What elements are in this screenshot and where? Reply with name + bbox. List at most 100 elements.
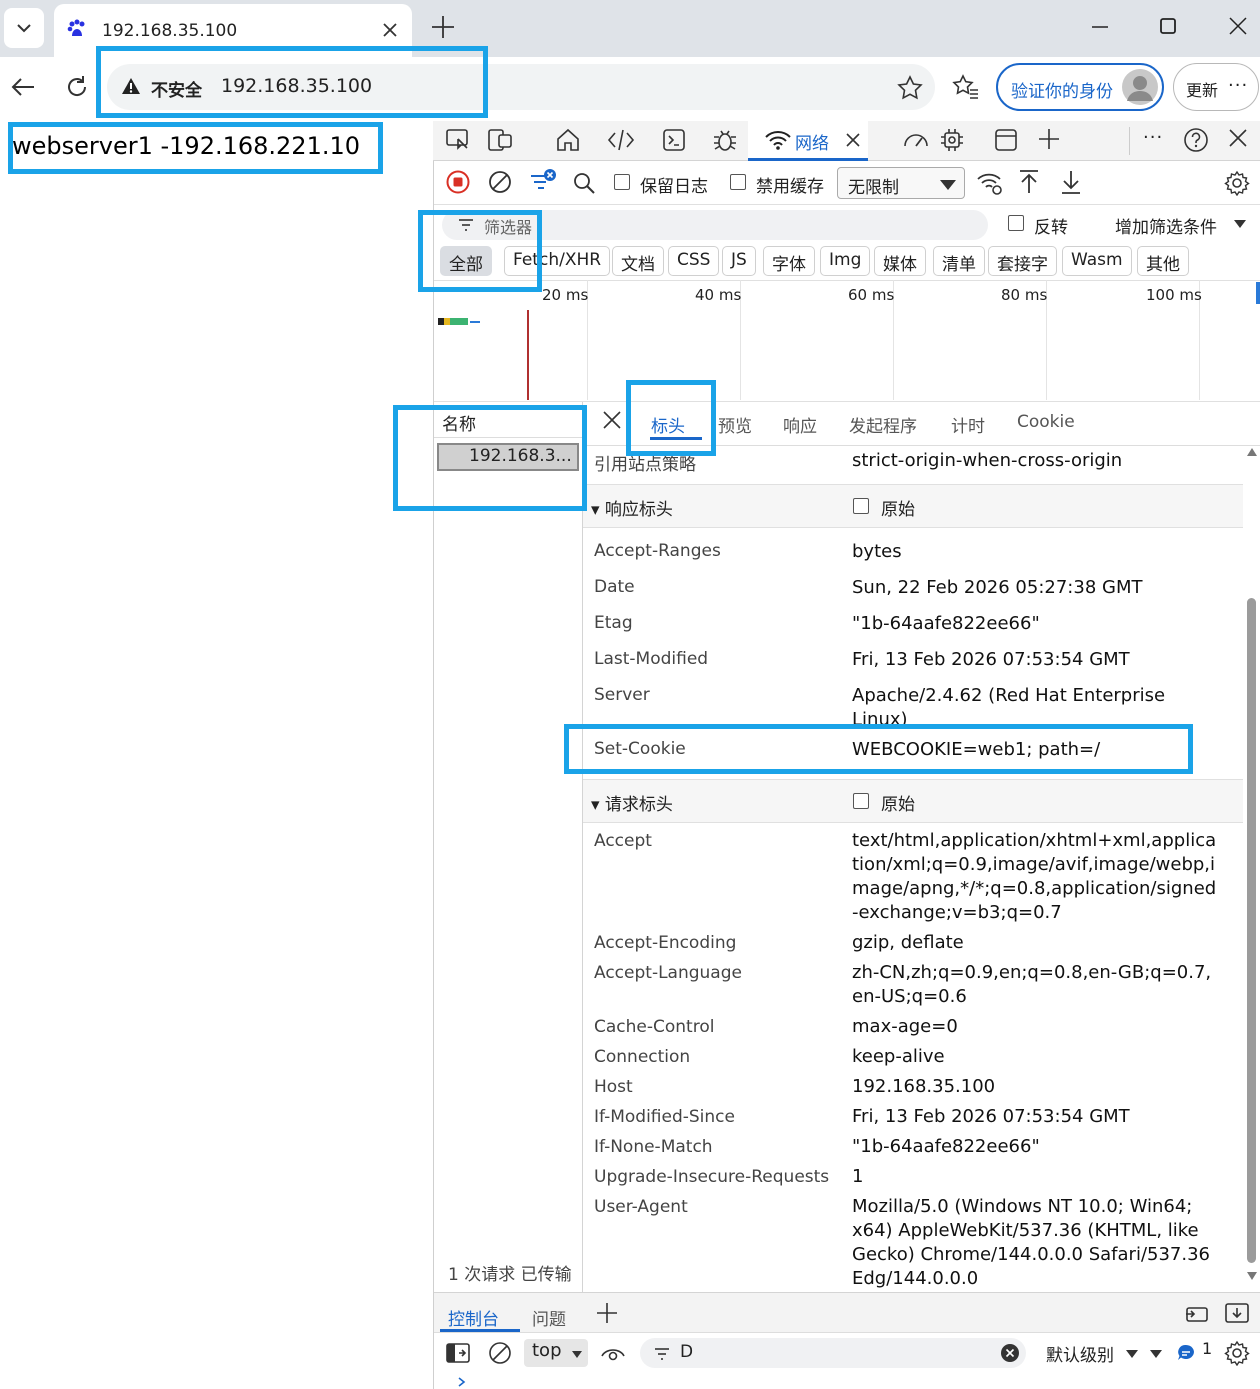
type-filter-chip[interactable]: Fetch/XHR	[504, 246, 611, 276]
timeline-overview-handle[interactable]	[1256, 282, 1260, 304]
console-settings-gear-icon[interactable]	[1224, 1340, 1250, 1366]
address-bar[interactable]: 不安全 192.168.35.100	[107, 64, 935, 110]
welcome-home-icon[interactable]	[555, 127, 581, 153]
request-headers-section[interactable]: ▾ 请求标头 原始	[583, 779, 1243, 823]
header-name: Accept-Ranges	[594, 541, 721, 561]
tab-network[interactable]: 网络	[748, 121, 868, 161]
headers-scrollbar[interactable]	[1245, 448, 1260, 1288]
type-filter-chip[interactable]: Wasm	[1062, 246, 1132, 276]
clear-console-icon[interactable]	[488, 1341, 512, 1365]
network-summary: 1 次请求 已传输	[434, 1250, 582, 1292]
panel-divider[interactable]	[582, 402, 583, 1292]
maximize-icon[interactable]	[1158, 16, 1178, 36]
dock-drawer-icon[interactable]	[1184, 1302, 1210, 1324]
type-filter-chip[interactable]: JS	[722, 246, 756, 276]
console-filter-value: D	[680, 1342, 694, 1362]
sidebar-toggle-icon[interactable]	[445, 1342, 471, 1364]
record-stop-icon[interactable]	[446, 170, 470, 194]
help-icon[interactable]	[1183, 127, 1209, 153]
device-emulation-icon[interactable]	[487, 127, 513, 153]
console-prompt-chevron-icon[interactable]	[456, 1376, 468, 1388]
type-filter-chip[interactable]: 字体	[763, 246, 815, 276]
memory-chip-icon[interactable]	[939, 127, 965, 153]
sources-bug-icon[interactable]	[711, 127, 739, 153]
network-conditions-icon[interactable]	[976, 170, 1004, 196]
type-filter-chip[interactable]: 媒体	[874, 246, 926, 276]
tab-console[interactable]: 控制台	[448, 1305, 499, 1330]
update-button[interactable]: 更新 ···	[1173, 63, 1259, 111]
levels-chevron-icon	[1126, 1350, 1138, 1358]
scroll-up-icon[interactable]	[1247, 448, 1257, 456]
message-bubble-icon[interactable]	[1176, 1343, 1196, 1363]
request-row[interactable]: 192.168.3...	[437, 443, 579, 471]
tab-issues[interactable]: 问题	[532, 1305, 566, 1330]
favorites-list-icon[interactable]	[952, 74, 980, 100]
close-network-tab-icon[interactable]	[844, 131, 862, 149]
window-close-icon[interactable]	[1228, 16, 1248, 36]
live-expression-eye-icon[interactable]	[600, 1344, 626, 1362]
verify-identity-button[interactable]: 验证你的身份	[996, 63, 1164, 111]
tab-initiator[interactable]: 发起程序	[849, 412, 917, 437]
export-har-icon[interactable]	[1060, 169, 1082, 195]
import-har-icon[interactable]	[1018, 169, 1040, 195]
filter-toggle-icon[interactable]	[528, 168, 558, 196]
tab-response[interactable]: 响应	[783, 412, 817, 437]
header-name: Host	[594, 1077, 633, 1097]
scroll-down-icon[interactable]	[1247, 1272, 1257, 1280]
tab-headers[interactable]: 标头	[651, 412, 685, 437]
close-drawer-icon[interactable]	[1224, 1302, 1250, 1324]
type-filter-chip[interactable]: 其他	[1137, 246, 1189, 276]
type-filter-chip[interactable]: 文档	[612, 246, 664, 276]
reload-icon[interactable]	[64, 74, 90, 100]
minimize-icon[interactable]	[1090, 16, 1110, 36]
disable-cache-checkbox[interactable]	[730, 174, 746, 190]
tab-timing[interactable]: 计时	[951, 412, 985, 437]
levels-chevron-icon	[1150, 1350, 1162, 1358]
name-column-header[interactable]: 名称	[442, 410, 476, 435]
type-filter-chip[interactable]: CSS	[668, 246, 720, 276]
tab-preview[interactable]: 预览	[718, 412, 752, 437]
more-options-icon[interactable]: ···	[1228, 75, 1248, 96]
raw-checkbox[interactable]	[853, 793, 869, 809]
url-text[interactable]: 192.168.35.100	[221, 75, 372, 97]
application-panel-icon[interactable]	[993, 127, 1019, 153]
log-levels-dropdown[interactable]: 默认级别	[1046, 1341, 1114, 1366]
warning-triangle-icon[interactable]	[121, 77, 141, 95]
tab-close-icon[interactable]	[380, 20, 400, 40]
close-devtools-icon[interactable]	[1227, 127, 1249, 149]
response-headers-section[interactable]: ▾ 响应标头 原始	[583, 484, 1243, 528]
browser-tab[interactable]: 192.168.35.100	[54, 4, 412, 57]
new-tab-plus-icon[interactable]	[430, 14, 456, 40]
performance-gauge-icon[interactable]	[901, 127, 931, 153]
filter-input[interactable]: 筛选器	[442, 210, 988, 240]
type-filter-chip[interactable]: 清单	[933, 246, 985, 276]
scrollbar-thumb[interactable]	[1247, 598, 1256, 1263]
type-filter-chip[interactable]: 全部	[440, 246, 492, 276]
raw-checkbox[interactable]	[853, 498, 869, 514]
back-arrow-icon[interactable]	[10, 75, 36, 99]
close-detail-icon[interactable]	[602, 410, 622, 430]
more-filters-dropdown[interactable]: 增加筛选条件	[1115, 213, 1217, 238]
tab-actions-chevron-icon[interactable]	[4, 8, 44, 48]
tab-cookies[interactable]: Cookie	[1017, 412, 1075, 432]
invert-checkbox[interactable]	[1008, 215, 1024, 231]
clear-icon[interactable]	[488, 170, 512, 194]
throttling-select[interactable]: 无限制	[837, 167, 965, 199]
more-tools-plus-icon[interactable]	[1037, 127, 1061, 151]
inspect-element-icon[interactable]	[445, 127, 471, 153]
console-filter-input[interactable]: D	[640, 1338, 1026, 1368]
network-settings-gear-icon[interactable]	[1224, 170, 1250, 196]
update-label: 更新	[1186, 81, 1219, 100]
preserve-log-checkbox[interactable]	[614, 174, 630, 190]
devtools-more-icon[interactable]: ···	[1143, 127, 1163, 148]
add-drawer-tab-plus-icon[interactable]	[596, 1302, 618, 1324]
search-icon[interactable]	[572, 171, 596, 195]
security-status[interactable]: 不安全	[151, 76, 202, 101]
type-filter-chip[interactable]: 套接字	[988, 246, 1057, 276]
elements-code-icon[interactable]	[607, 127, 635, 153]
console-icon[interactable]	[661, 127, 687, 153]
type-filter-chip[interactable]: Img	[820, 246, 871, 276]
favorite-star-icon[interactable]	[897, 75, 923, 101]
context-selector[interactable]: top	[524, 1339, 588, 1367]
clear-filter-icon[interactable]	[1000, 1343, 1020, 1363]
